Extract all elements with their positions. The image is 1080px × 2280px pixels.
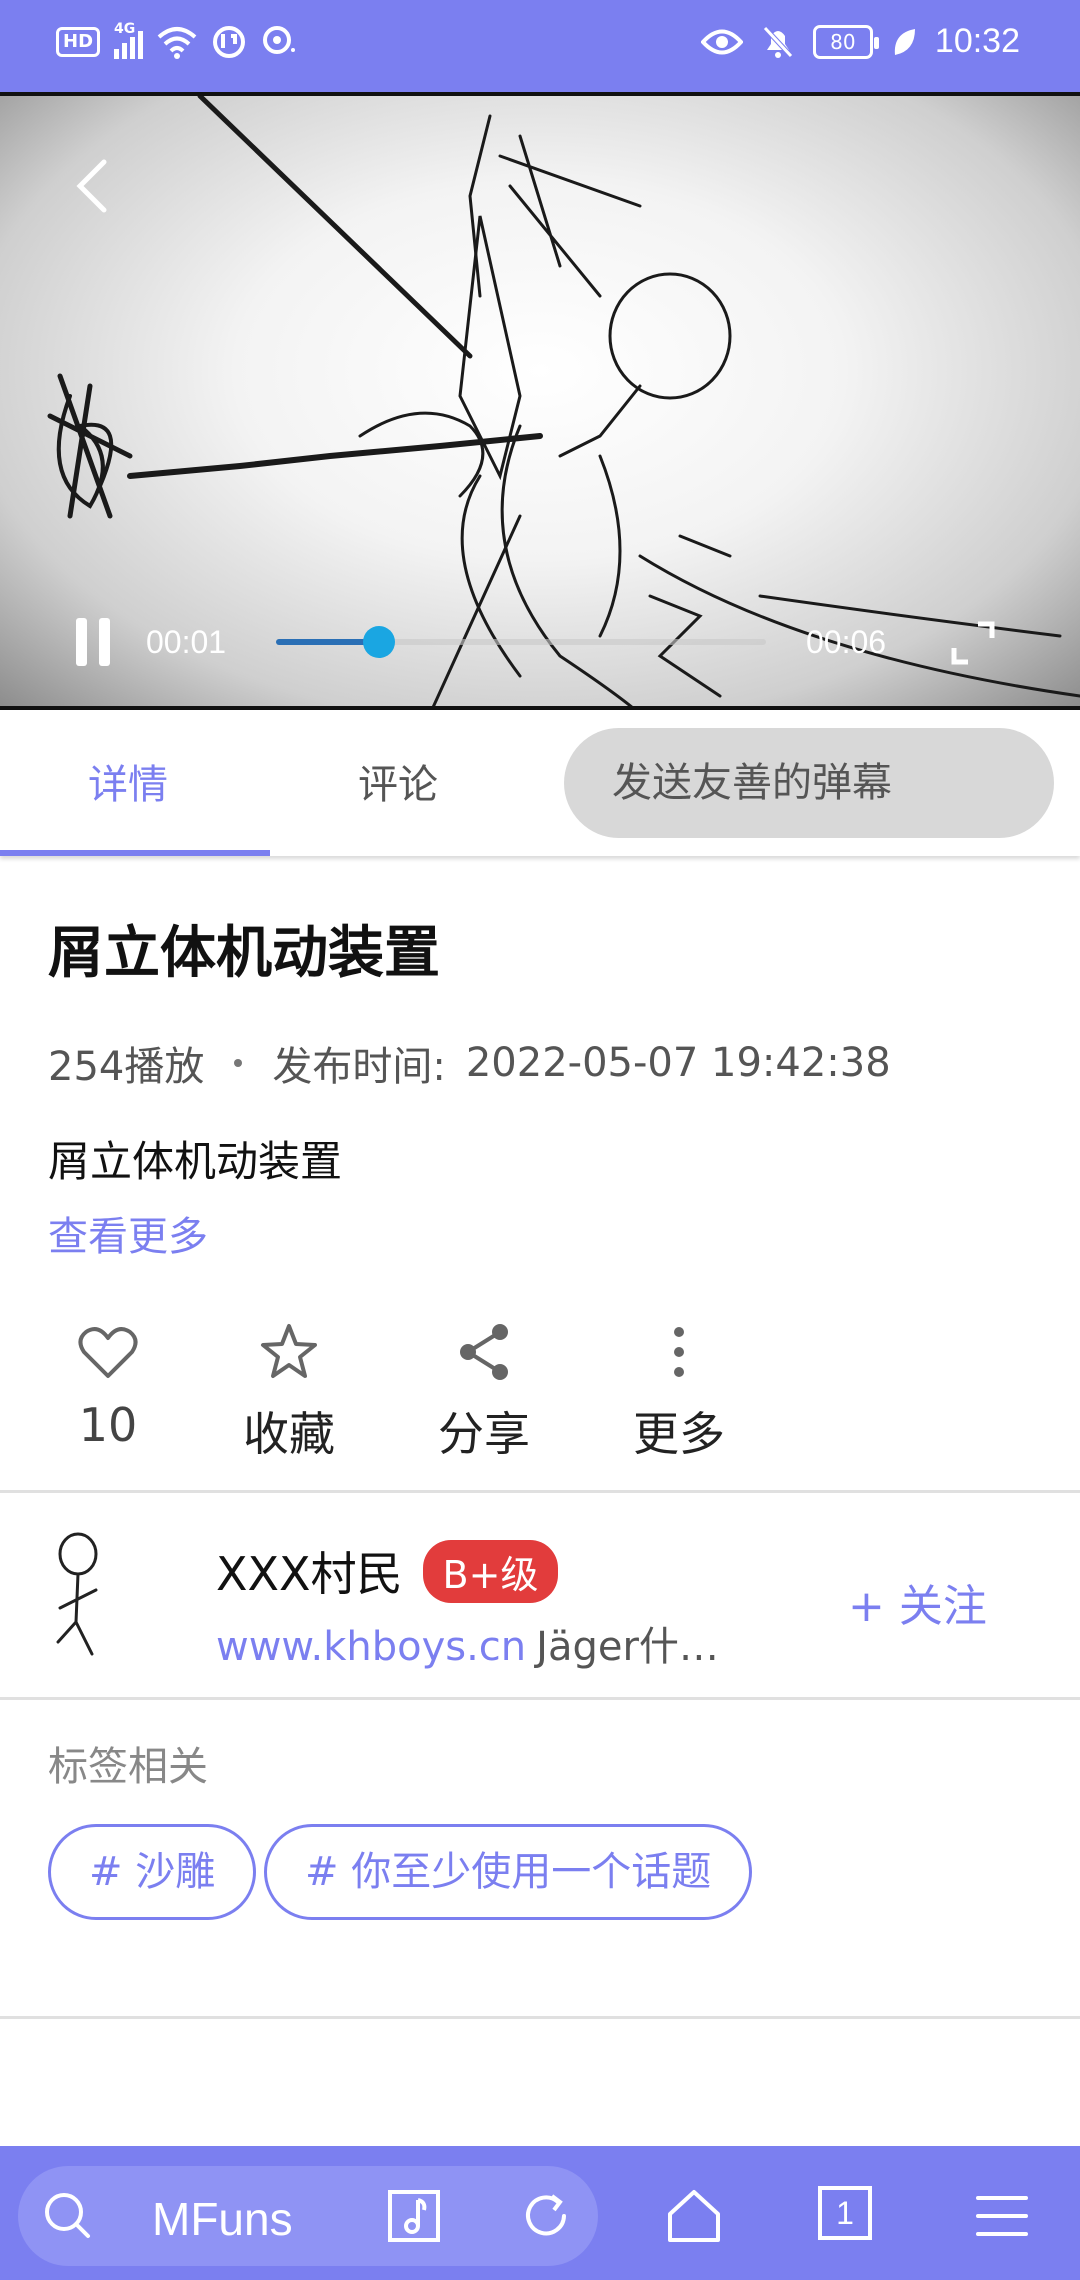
video-controls: 00:01 00:06 [0,612,1080,672]
total-time: 00:06 [806,624,887,660]
video-meta: 254播放 发布时间: 2022-05-07 19:42:38 [48,1034,891,1092]
heart-icon [78,1327,138,1378]
share-label: 分享 [438,1407,530,1461]
menu-icon[interactable] [972,2186,1032,2246]
status-right: 80 10:32 [700,22,1020,61]
action-row: 10 收藏 分享 更多 [0,1320,1080,1490]
see-more-link[interactable]: 查看更多 [48,1204,208,1262]
signal-icon: 4G [114,21,144,59]
search-icon [45,2193,90,2238]
more-label: 更多 [633,1407,725,1461]
tab-detail[interactable]: 详情 [88,752,168,810]
back-icon[interactable] [70,156,114,216]
current-time: 00:01 [146,624,227,660]
browser-bottom-bar: MFuns 1 [0,2146,1080,2280]
more-vertical-icon [674,1327,684,1377]
tag-chip[interactable]: # 你至少使用一个话题 [264,1824,753,1920]
follow-button[interactable]: + 关注 [848,1570,987,1634]
status-left: HD 4G [56,21,297,60]
tags-title: 标签相关 [48,1744,208,1790]
data-saver-icon [213,26,246,58]
author-subtitle: www.khboys.cn Jäger什… [216,1614,719,1672]
share-icon [460,1324,508,1380]
share-button[interactable]: 分享 [414,1320,554,1464]
level-badge: B+级 [422,1539,559,1603]
address-text: MFuns [152,2193,293,2245]
detail-tabs: 详情 评论 发送友善的弹幕 [0,710,1080,856]
publish-label: 发布时间: [272,1044,446,1090]
home-icon[interactable] [664,2186,724,2246]
hotspot-icon [263,26,296,54]
network-type: 4G [114,21,136,37]
author-bio: Jäger什… [536,1624,719,1670]
battery-icon: 80 [812,24,879,59]
wifi-icon [157,27,197,59]
tag-chip[interactable]: # 沙雕 [48,1824,257,1920]
author-name-row: XXX村民 B+级 [216,1538,559,1604]
publish-time: 2022-05-07 19:42:38 [465,1040,891,1086]
danmaku-input[interactable]: 发送友善的弹幕 [564,728,1054,838]
video-player[interactable]: 00:01 00:06 [0,92,1080,710]
tab-comments[interactable]: 评论 [358,752,438,810]
favorite-label: 收藏 [243,1407,335,1461]
like-button[interactable]: 10 [38,1320,178,1452]
divider [0,2016,1080,2019]
tab-indicator [0,850,270,856]
address-bar[interactable]: MFuns [18,2166,598,2266]
progress-bar[interactable] [276,626,766,658]
divider [0,1490,1080,1493]
like-count: 10 [78,1398,138,1452]
eye-icon [700,29,743,54]
meta-separator [234,1059,243,1067]
author-site[interactable]: www.khboys.cn [216,1624,526,1670]
fullscreen-icon[interactable] [948,618,998,668]
bell-muted-icon [763,25,793,58]
hd-badge: HD [56,27,101,57]
video-title: 屑立体机动装置 [48,921,440,986]
favorite-button[interactable]: 收藏 [219,1320,359,1464]
pause-button[interactable] [74,618,112,666]
divider [0,1697,1080,1700]
leaf-icon [894,28,915,55]
clock: 10:32 [934,22,1020,60]
refresh-icon[interactable] [516,2186,576,2246]
avatar[interactable] [40,1530,120,1660]
video-description: 屑立体机动装置 [48,1137,343,1186]
play-count: 254播放 [48,1044,205,1090]
music-icon[interactable] [384,2186,444,2246]
tabs-count-button[interactable]: 1 [818,2186,872,2240]
author-name[interactable]: XXX村民 [216,1538,403,1604]
star-icon [261,1324,317,1378]
more-button[interactable]: 更多 [609,1320,749,1464]
status-bar: HD 4G 80 10:32 [0,0,1080,92]
progress-knob[interactable] [362,626,395,658]
